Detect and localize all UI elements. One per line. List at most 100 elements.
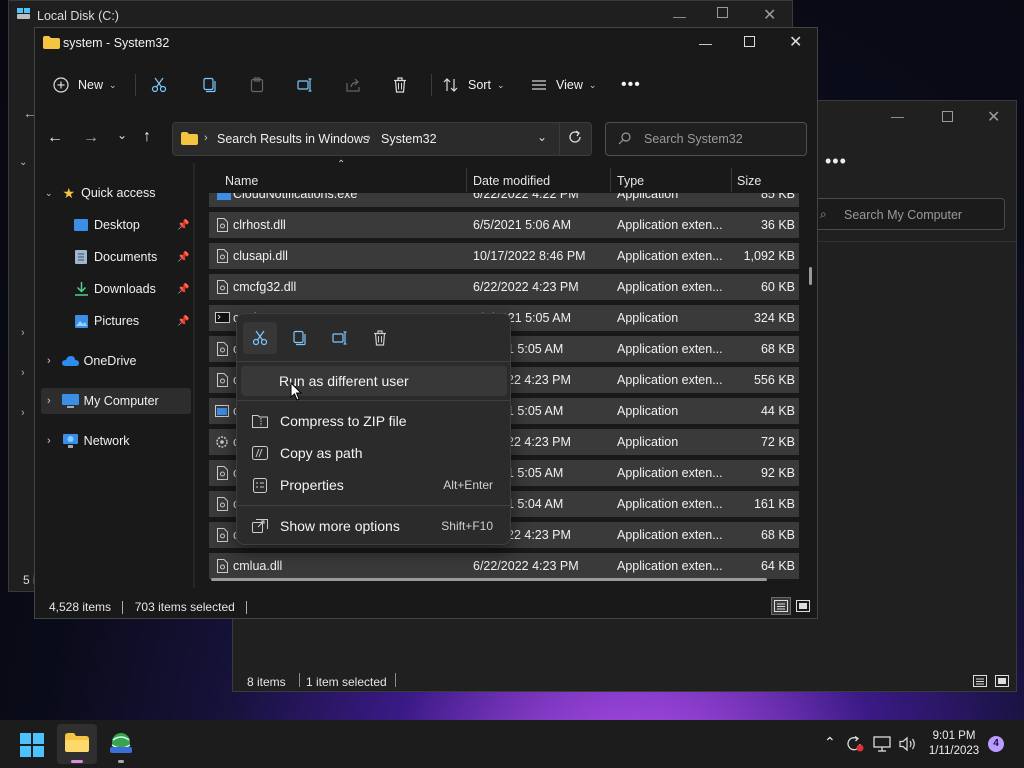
- chevron-right-icon[interactable]: ›: [21, 367, 25, 379]
- table-row[interactable]: clusapi.dll 10/17/2022 8:46 PM Applicati…: [209, 243, 799, 269]
- network-status-icon[interactable]: [873, 736, 891, 752]
- breadcrumb-system32[interactable]: System32: [381, 132, 437, 146]
- vertical-scrollbar-thumb[interactable]: [809, 267, 812, 285]
- copy-button[interactable]: [291, 330, 307, 346]
- drive-icon: [17, 8, 31, 20]
- nav-quick-access[interactable]: ⌄ ★ Quick access: [41, 180, 191, 206]
- up-button[interactable]: ↑: [143, 128, 151, 146]
- running-indicator: [118, 760, 124, 763]
- minimize-button[interactable]: —: [891, 109, 904, 124]
- delete-button[interactable]: [372, 330, 388, 346]
- file-date: 22 4:23 PM: [507, 373, 571, 387]
- rename-button[interactable]: [332, 330, 348, 346]
- file-explorer-taskbar-button[interactable]: [57, 724, 97, 764]
- pin-icon[interactable]: 📌: [177, 284, 189, 295]
- breadcrumb-search-results[interactable]: Search Results in Windows: [217, 132, 369, 146]
- notification-badge[interactable]: 4: [988, 736, 1004, 752]
- column-name[interactable]: Name: [225, 163, 465, 193]
- minimize-button[interactable]: —: [673, 9, 686, 24]
- horizontal-scrollbar-thumb[interactable]: [211, 578, 767, 581]
- see-more-button[interactable]: •••: [621, 68, 641, 102]
- clipboard-icon: [249, 77, 265, 93]
- back-button[interactable]: ←: [47, 129, 63, 147]
- maximize-button[interactable]: [744, 36, 755, 47]
- nav-label: Quick access: [81, 186, 156, 200]
- chevron-down-icon[interactable]: ⌄: [19, 157, 27, 168]
- delete-button[interactable]: [392, 68, 408, 102]
- menu-item-compress-zip[interactable]: Compress to ZIP file: [241, 406, 507, 436]
- menu-item-show-more-options[interactable]: Show more options Shift+F10: [241, 511, 507, 541]
- nav-documents[interactable]: Documents 📌: [41, 244, 191, 270]
- forward-button[interactable]: →: [83, 129, 99, 147]
- column-divider[interactable]: [466, 168, 467, 192]
- chevron-right-icon[interactable]: ›: [21, 327, 25, 339]
- chevron-right-icon[interactable]: ›: [21, 407, 25, 419]
- search-box[interactable]: ⌕ Search My Computer: [813, 198, 1005, 230]
- tiles-view-icon[interactable]: [995, 675, 1009, 687]
- see-more-icon[interactable]: •••: [825, 151, 847, 172]
- file-size: 36 KB: [760, 218, 795, 232]
- dll-file-icon: [217, 336, 231, 356]
- column-divider[interactable]: [731, 168, 732, 192]
- chevron-up-icon[interactable]: ⌃: [824, 734, 836, 751]
- maximize-button[interactable]: [942, 111, 953, 122]
- file-date: 1 5:05 AM: [507, 466, 564, 480]
- address-dropdown-icon[interactable]: ⌄: [537, 130, 547, 144]
- search-placeholder: Search System32: [644, 132, 743, 146]
- close-button[interactable]: ✕: [789, 32, 802, 52]
- clock[interactable]: 9:01 PM 1/11/2023: [926, 729, 982, 759]
- cut-button[interactable]: [151, 68, 167, 102]
- refresh-icon[interactable]: [568, 130, 582, 144]
- column-type[interactable]: Type: [617, 163, 727, 193]
- pin-icon[interactable]: 📌: [177, 252, 189, 263]
- menu-separator: [237, 361, 510, 362]
- pin-icon[interactable]: 📌: [177, 316, 189, 327]
- sort-button[interactable]: Sort ⌄: [443, 68, 504, 102]
- details-view-icon[interactable]: [973, 675, 987, 687]
- view-button[interactable]: View ⌄: [531, 68, 596, 102]
- new-button[interactable]: New ⌄: [53, 68, 117, 102]
- column-divider[interactable]: [610, 168, 611, 192]
- column-date[interactable]: Date modified: [473, 163, 603, 193]
- recent-locations-button[interactable]: ⌄: [117, 128, 127, 142]
- rename-button[interactable]: [297, 68, 313, 102]
- nav-desktop[interactable]: Desktop 📌: [41, 212, 191, 238]
- maximize-button[interactable]: [717, 7, 728, 18]
- table-row[interactable]: cmlua.dll 6/22/2022 4:23 PM Application …: [209, 553, 799, 579]
- sync-alert-icon[interactable]: [846, 736, 864, 752]
- trash-icon: [392, 77, 408, 93]
- details-view-icon[interactable]: [771, 597, 791, 615]
- table-row[interactable]: cmcfg32.dll 6/22/2022 4:23 PM Applicatio…: [209, 274, 799, 300]
- nav-my-computer[interactable]: › My Computer: [41, 388, 191, 414]
- start-button[interactable]: [20, 733, 44, 757]
- shortcut-label: Alt+Enter: [443, 478, 493, 492]
- search-box[interactable]: Search System32: [605, 122, 807, 156]
- nav-pictures[interactable]: Pictures 📌: [41, 308, 191, 334]
- pin-icon[interactable]: 📌: [177, 220, 189, 231]
- address-bar[interactable]: › Search Results in Windows › System32 ⌄: [172, 122, 592, 156]
- share-button[interactable]: [345, 68, 361, 102]
- nav-network[interactable]: › Network: [41, 428, 191, 454]
- menu-item-copy-as-path[interactable]: Copy as path: [241, 438, 507, 468]
- minimize-button[interactable]: —: [699, 36, 712, 51]
- close-button[interactable]: ✕: [987, 107, 1000, 127]
- table-row[interactable]: CloudNotifications.exe 6/22/2022 4:22 PM…: [209, 193, 799, 207]
- paste-button[interactable]: [249, 68, 265, 102]
- nav-downloads[interactable]: Downloads 📌: [41, 276, 191, 302]
- nav-label: OneDrive: [83, 354, 137, 368]
- cut-button[interactable]: [243, 322, 277, 354]
- nav-onedrive[interactable]: › OneDrive: [41, 348, 191, 374]
- menu-item-properties[interactable]: Properties Alt+Enter: [241, 470, 507, 500]
- menu-item-run-as-different-user[interactable]: Run as different user: [241, 366, 507, 396]
- title-bar[interactable]: system - System32 — ✕: [35, 28, 817, 58]
- table-row[interactable]: clrhost.dll 6/5/2021 5:06 AM Application…: [209, 212, 799, 238]
- volume-icon[interactable]: [899, 736, 917, 752]
- menu-separator: [237, 400, 510, 401]
- tiles-view-icon[interactable]: [796, 600, 810, 612]
- divider: [135, 74, 136, 96]
- copy-button[interactable]: [201, 68, 217, 102]
- column-size[interactable]: Size: [737, 163, 797, 193]
- network-app-icon[interactable]: [108, 732, 134, 756]
- star-icon: ★: [62, 184, 76, 201]
- close-button[interactable]: ✕: [763, 5, 776, 25]
